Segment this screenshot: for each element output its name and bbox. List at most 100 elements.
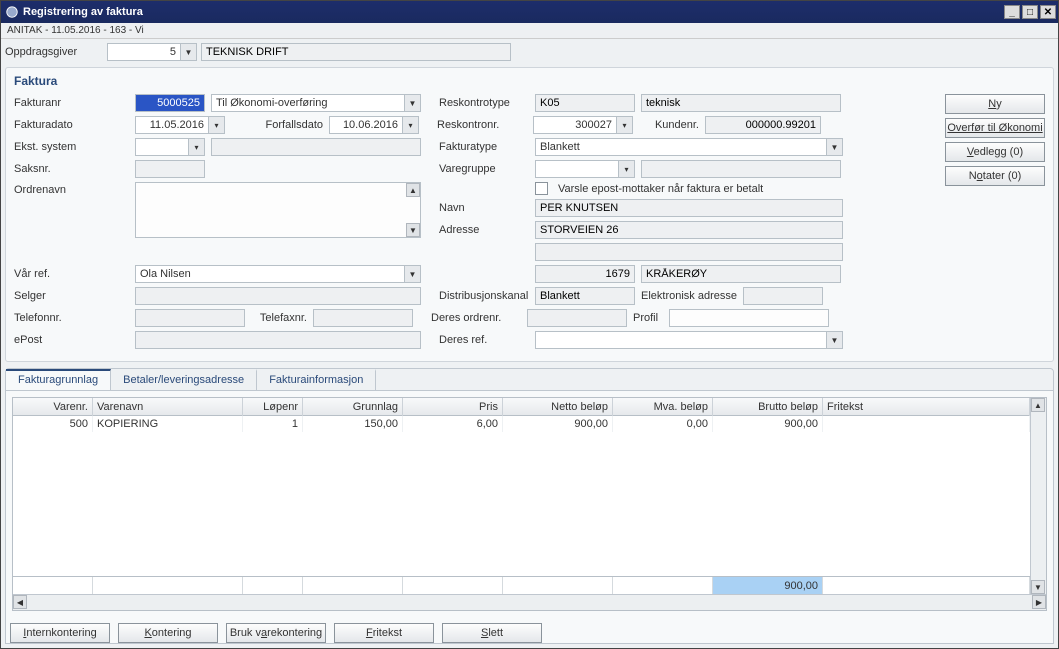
kontering-button[interactable]: Kontering <box>118 623 218 643</box>
reskontrotype-input[interactable] <box>535 94 635 112</box>
fakturanr-status-select[interactable]: Til Økonomi-overføring ▼ <box>211 94 421 112</box>
overfor-button[interactable]: Overfør til Økonomi <box>945 118 1045 138</box>
ny-button[interactable]: Ny <box>945 94 1045 114</box>
distribusjonskanal-label: Distribusjonskanal <box>439 290 529 302</box>
col-varenavn[interactable]: Varenavn <box>93 398 243 416</box>
scroll-left-icon[interactable]: ◀ <box>13 595 27 609</box>
chevron-down-icon: ▼ <box>180 44 196 60</box>
grid-footer: 900,00 <box>13 576 1046 594</box>
grid-body[interactable]: 500 KOPIERING 1 150,00 6,00 900,00 0,00 … <box>13 416 1046 576</box>
kundenr-label: Kundenr. <box>639 119 699 131</box>
notater-button[interactable]: Notater (0) <box>945 166 1045 186</box>
navn-label: Navn <box>439 202 529 214</box>
horizontal-scrollbar[interactable]: ◀ ▶ <box>13 594 1046 610</box>
slett-button[interactable]: Slett <box>442 623 542 643</box>
tabbar: Fakturagrunnlag Betaler/leveringsadresse… <box>6 369 1053 391</box>
tab-betaler[interactable]: Betaler/leveringsadresse <box>111 369 257 390</box>
top-row: Oppdragsgiver 5 ▼ <box>5 43 1054 61</box>
vedlegg-button[interactable]: Vedlegg (0) <box>945 142 1045 162</box>
oppdragsgiver-text <box>201 43 511 61</box>
elektronisk-adresse-input[interactable] <box>743 287 823 305</box>
forfallsdato-label: Forfallsdato <box>231 119 323 131</box>
col-brutto[interactable]: Brutto beløp <box>713 398 823 416</box>
tabs-container: Fakturagrunnlag Betaler/leveringsadresse… <box>5 368 1054 644</box>
fakturatype-select[interactable]: Blankett ▼ <box>535 138 843 156</box>
grid: Varenr. Varenavn Løpenr Grunnlag Pris Ne… <box>12 397 1047 611</box>
scroll-down-icon[interactable]: ▼ <box>406 223 420 237</box>
scroll-up-icon[interactable]: ▲ <box>406 183 420 197</box>
telefaxnr-input[interactable] <box>313 309 413 327</box>
navn-input[interactable] <box>535 199 843 217</box>
col-fritekst[interactable]: Fritekst <box>823 398 1030 416</box>
col-varenr[interactable]: Varenr. <box>13 398 93 416</box>
varegruppe-text <box>641 160 841 178</box>
profil-label: Profil <box>633 312 663 324</box>
reskontronr-input[interactable]: 300027 ▾ <box>533 116 633 134</box>
deres-ordrenr-label: Deres ordrenr. <box>431 312 521 324</box>
ekst-system-select[interactable]: ▾ <box>135 138 205 156</box>
scroll-up-icon[interactable]: ▲ <box>1031 398 1045 412</box>
reskontrotype-label: Reskontrotype <box>439 97 529 109</box>
close-button[interactable]: ✕ <box>1040 5 1056 19</box>
col-lopenr[interactable]: Løpenr <box>243 398 303 416</box>
chevron-down-icon: ▾ <box>208 117 224 133</box>
scroll-right-icon[interactable]: ▶ <box>1032 595 1046 609</box>
chevron-down-icon: ▾ <box>402 117 418 133</box>
deres-ref-select[interactable]: ▼ <box>535 331 843 349</box>
epost-input[interactable] <box>135 331 421 349</box>
col-grunnlag[interactable]: Grunnlag <box>303 398 403 416</box>
fakturanr-input[interactable] <box>135 94 205 112</box>
epost-label: ePost <box>14 334 129 346</box>
fakturadato-label: Fakturadato <box>14 119 129 131</box>
fakturanr-label: Fakturanr <box>14 97 129 109</box>
postnr-input[interactable] <box>535 265 635 283</box>
distribusjonskanal-input <box>535 287 635 305</box>
scroll-down-icon[interactable]: ▼ <box>1031 580 1045 594</box>
chevron-down-icon: ▼ <box>826 139 842 155</box>
table-row[interactable]: 500 KOPIERING 1 150,00 6,00 900,00 0,00 … <box>13 416 1046 432</box>
bottom-buttons: Internkontering Kontering Bruk varekonte… <box>6 617 1053 643</box>
faktura-section: Faktura Fakturanr Til Økonomi-overføring… <box>5 67 1054 362</box>
vertical-scrollbar[interactable]: ▲ ▼ <box>1030 398 1046 594</box>
total-brutto: 900,00 <box>713 577 823 595</box>
saksnr-input[interactable] <box>135 160 205 178</box>
col-mva[interactable]: Mva. beløp <box>613 398 713 416</box>
app-icon <box>5 5 19 19</box>
bruk-varekontering-button[interactable]: Bruk varekontering <box>226 623 326 643</box>
selger-label: Selger <box>14 290 129 302</box>
varsle-checkbox[interactable] <box>535 182 548 195</box>
reskontronr-label: Reskontronr. <box>437 119 527 131</box>
vaar-ref-select[interactable]: Ola Nilsen ▼ <box>135 265 421 283</box>
telefonnr-input[interactable] <box>135 309 245 327</box>
fritekst-button[interactable]: Fritekst <box>334 623 434 643</box>
selger-input[interactable] <box>135 287 421 305</box>
adresse2-input[interactable] <box>535 243 843 261</box>
varsle-label: Varsle epost-mottaker når faktura er bet… <box>558 183 763 195</box>
titlebar: Registrering av faktura _ □ ✕ <box>1 1 1058 23</box>
poststed-input[interactable] <box>641 265 841 283</box>
varegruppe-select[interactable]: ▾ <box>535 160 635 178</box>
varegruppe-label: Varegruppe <box>439 163 529 175</box>
telefaxnr-label: Telefaxnr. <box>251 312 307 324</box>
profil-input[interactable] <box>669 309 829 327</box>
telefonnr-label: Telefonnr. <box>14 312 129 324</box>
ordrenavn-label: Ordrenavn <box>14 184 129 196</box>
chevron-down-icon: ▼ <box>404 95 420 111</box>
chevron-down-icon: ▾ <box>188 139 204 155</box>
fakturadato-input[interactable]: 11.05.2016 ▾ <box>135 116 225 134</box>
ordrenavn-textarea[interactable]: ▲ ▼ <box>135 182 421 238</box>
chevron-down-icon: ▾ <box>616 117 632 133</box>
deres-ordrenr-input[interactable] <box>527 309 627 327</box>
minimize-button[interactable]: _ <box>1004 5 1020 19</box>
forfallsdato-input[interactable]: 10.06.2016 ▾ <box>329 116 419 134</box>
internkontering-button[interactable]: Internkontering <box>10 623 110 643</box>
col-netto[interactable]: Netto beløp <box>503 398 613 416</box>
vaar-ref-label: Vår ref. <box>14 268 129 280</box>
tab-fakturagrunnlag[interactable]: Fakturagrunnlag <box>6 369 111 390</box>
col-pris[interactable]: Pris <box>403 398 503 416</box>
tab-fakturainformasjon[interactable]: Fakturainformasjon <box>257 369 376 390</box>
maximize-button[interactable]: □ <box>1022 5 1038 19</box>
adresse-label: Adresse <box>439 224 529 236</box>
adresse1-input[interactable] <box>535 221 843 239</box>
oppdragsgiver-select[interactable]: 5 ▼ <box>107 43 197 61</box>
